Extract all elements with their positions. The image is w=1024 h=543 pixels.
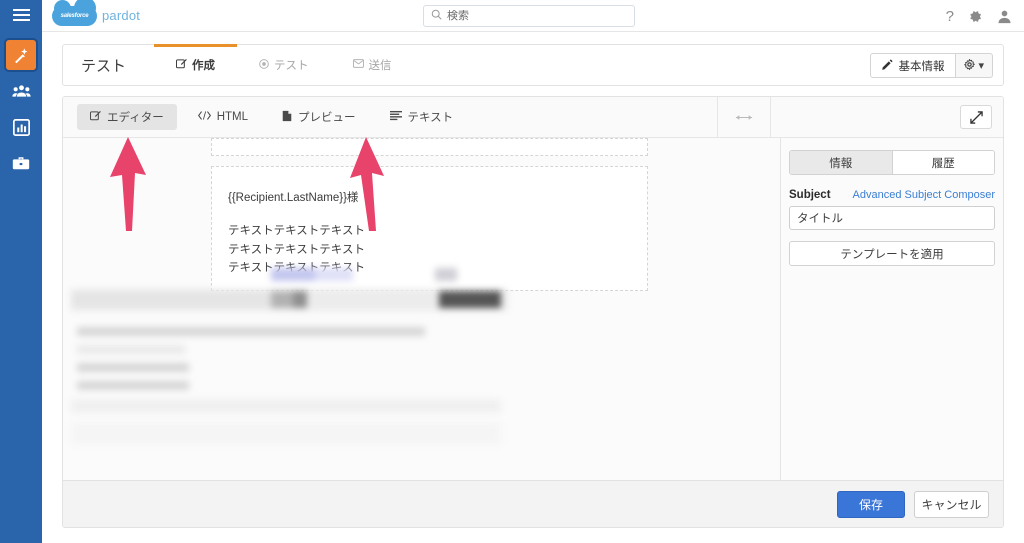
tab-text[interactable]: テキスト bbox=[377, 104, 467, 130]
pencil-icon bbox=[882, 58, 894, 73]
page-tabs: 作成 テスト 送信 bbox=[154, 44, 414, 85]
product-name: pardot bbox=[102, 8, 141, 23]
user-avatar-icon[interactable] bbox=[997, 9, 1012, 24]
global-search[interactable] bbox=[423, 5, 635, 27]
sidebar-item-prospects[interactable] bbox=[6, 76, 36, 106]
expand-diagonal-icon[interactable] bbox=[960, 105, 992, 129]
gear-icon bbox=[964, 57, 976, 73]
header-gear-dropdown[interactable]: ▾ bbox=[956, 53, 993, 78]
question-mark-icon[interactable]: ? bbox=[946, 9, 954, 24]
hamburger-menu-icon[interactable] bbox=[0, 0, 42, 30]
email-body-line: テキストテキストテキスト bbox=[228, 243, 365, 256]
tab-preview[interactable]: プレビュー bbox=[269, 104, 369, 130]
tab-create-label: 作成 bbox=[192, 60, 216, 72]
target-icon bbox=[259, 58, 269, 72]
edit-pencil-icon bbox=[175, 58, 187, 72]
page-header-actions: 基本情報 ▾ bbox=[870, 53, 993, 78]
panel-segmented-control: 情報 履歴 bbox=[789, 150, 995, 175]
segment-info[interactable]: 情報 bbox=[790, 151, 892, 174]
envelope-icon bbox=[352, 59, 364, 71]
tab-editor-label: エディター bbox=[107, 112, 164, 124]
salesforce-cloud-icon: salesforce bbox=[52, 0, 97, 26]
advanced-subject-composer-link[interactable]: Advanced Subject Composer bbox=[853, 189, 995, 201]
tab-html-label: HTML bbox=[216, 111, 249, 123]
editor-pencil-icon bbox=[89, 110, 101, 124]
tab-create[interactable]: 作成 bbox=[154, 44, 238, 85]
email-greeting: {{Recipient.LastName}}様 bbox=[228, 192, 359, 204]
editor-card: エディター HTML プレビュー テキスト {{Recipient.LastNa… bbox=[62, 96, 1004, 528]
magic-wand-icon bbox=[13, 47, 30, 64]
segment-history[interactable]: 履歴 bbox=[891, 151, 994, 174]
tab-editor[interactable]: エディター bbox=[77, 104, 177, 130]
sidebar-nav bbox=[0, 40, 42, 178]
subject-label: Subject bbox=[789, 189, 831, 201]
gear-icon[interactable] bbox=[968, 9, 983, 24]
people-group-icon bbox=[11, 83, 31, 100]
subject-row: Subject Advanced Subject Composer bbox=[789, 189, 995, 201]
apply-template-button[interactable]: テンプレートを適用 bbox=[789, 241, 995, 266]
pardot-logo[interactable]: salesforce pardot bbox=[52, 0, 141, 26]
horizontal-resize-icon[interactable] bbox=[718, 97, 770, 138]
tab-text-label: テキスト bbox=[407, 112, 454, 124]
application-window: salesforce pardot ? テスト bbox=[0, 0, 1024, 543]
search-input[interactable] bbox=[447, 10, 627, 22]
basic-info-button[interactable]: 基本情報 bbox=[870, 53, 957, 78]
brand-name: salesforce bbox=[60, 12, 89, 19]
sidebar-item-admin[interactable] bbox=[6, 148, 36, 178]
redacted-email-content bbox=[71, 264, 508, 445]
page-title: テスト bbox=[81, 57, 127, 75]
card-footer: 保存 キャンセル bbox=[63, 480, 1003, 527]
bar-chart-icon bbox=[12, 118, 30, 136]
toolbar-divider-2 bbox=[770, 97, 771, 138]
settings-panel: 情報 履歴 Subject Advanced Subject Composer … bbox=[781, 138, 1003, 480]
sidebar-item-reports[interactable] bbox=[6, 112, 36, 142]
editor-toolbar: エディター HTML プレビュー テキスト bbox=[63, 97, 1003, 138]
email-body-line: テキストテキストテキスト bbox=[228, 225, 365, 237]
tab-html[interactable]: HTML bbox=[185, 104, 261, 130]
gear-caret: ▾ bbox=[978, 60, 984, 72]
tab-send-label: 送信 bbox=[368, 60, 392, 72]
email-canvas[interactable]: {{Recipient.LastName}}様 テキストテキストテキスト テキス… bbox=[63, 138, 781, 480]
document-icon bbox=[282, 110, 292, 125]
page-header: テスト 作成 テスト 送信 基本情報 ▾ bbox=[62, 44, 1004, 86]
tab-preview-label: プレビュー bbox=[298, 112, 356, 124]
basic-info-label: 基本情報 bbox=[898, 60, 945, 73]
editor-canvas: {{Recipient.LastName}}様 テキストテキストテキスト テキス… bbox=[63, 138, 1003, 480]
email-header-block[interactable] bbox=[211, 138, 648, 156]
code-brackets-icon bbox=[197, 110, 211, 124]
cancel-button[interactable]: キャンセル bbox=[914, 490, 989, 518]
top-bar-actions: ? bbox=[946, 0, 1012, 32]
tab-test-label: テスト bbox=[274, 60, 309, 72]
top-bar: salesforce pardot ? bbox=[42, 0, 1024, 32]
tab-test[interactable]: テスト bbox=[237, 45, 331, 85]
text-lines-icon bbox=[389, 110, 402, 124]
search-icon bbox=[431, 7, 442, 25]
sidebar-item-marketing[interactable] bbox=[6, 40, 36, 70]
tab-send[interactable]: 送信 bbox=[331, 45, 414, 85]
briefcase-icon bbox=[12, 155, 30, 171]
save-button[interactable]: 保存 bbox=[837, 490, 905, 518]
subject-input[interactable] bbox=[789, 206, 995, 230]
left-sidebar bbox=[0, 0, 42, 543]
